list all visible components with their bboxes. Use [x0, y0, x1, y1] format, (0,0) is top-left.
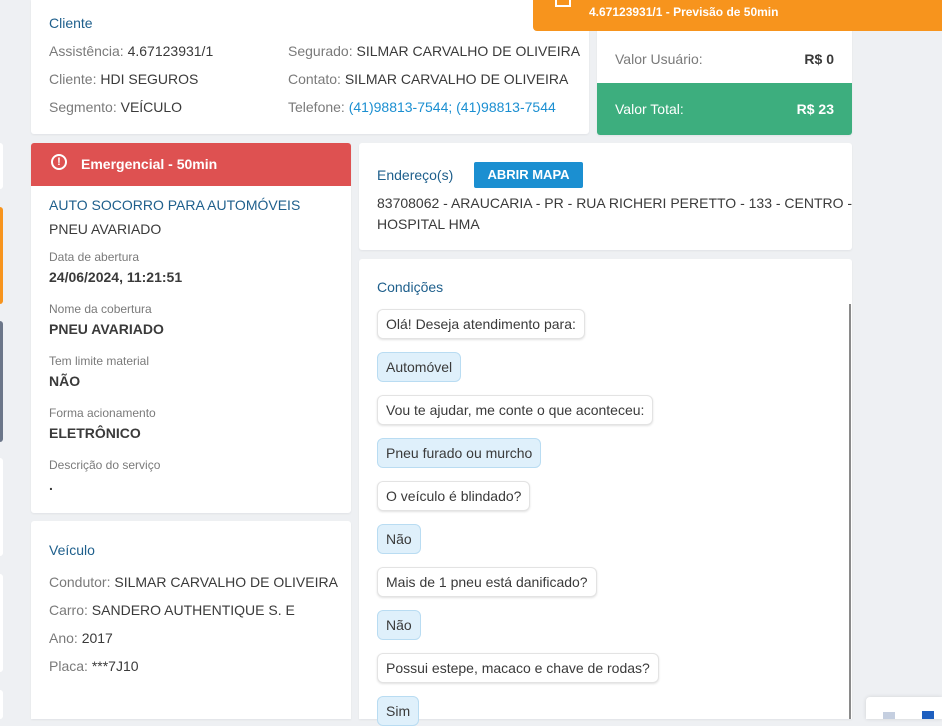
side-tab-1[interactable] — [0, 143, 3, 189]
side-tab-3[interactable] — [0, 574, 3, 672]
descricao-servico-label: Descrição do serviço — [49, 458, 161, 472]
abrir-mapa-button[interactable]: ABRIR MAPA — [474, 162, 583, 188]
endereco-line1: 83708062 - ARAUCARIA - PR - RUA RICHERI … — [377, 195, 853, 211]
widget-arrow-icon — [922, 711, 934, 719]
placa-row: Placa: ***7J10 — [49, 658, 139, 674]
chat-message-bot: Mais de 1 pneu está danificado? — [377, 567, 597, 597]
forma-acionamento-label: Forma acionamento — [49, 406, 156, 420]
contato-row: Contato: SILMAR CARVALHO DE OLIVEIRA — [288, 71, 569, 87]
forma-acionamento-value: ELETRÔNICO — [49, 425, 141, 441]
side-tab-gray[interactable] — [0, 321, 3, 442]
chat-message-bot: Possui estepe, macaco e chave de rodas? — [377, 653, 659, 683]
cliente-card: Cliente Assistência: 4.67123931/1 Client… — [31, 0, 589, 134]
telefone-link[interactable]: (41)98813-7544; (41)98813-7544 — [349, 99, 556, 115]
valor-usuario-label: Valor Usuário: — [615, 51, 703, 67]
emergencial-text: Emergencial - 50min — [81, 156, 218, 172]
servico-subtipo: PNEU AVARIADO — [49, 221, 162, 237]
emergencial-banner: ! Emergencial - 50min — [31, 143, 351, 186]
endereco-card: Endereço(s) ABRIR MAPA 83708062 - ARAUCA… — [359, 143, 852, 250]
condutor-row: Condutor: SILMAR CARVALHO DE OLIVEIRA — [49, 574, 338, 590]
notification-toast[interactable]: 4.67123931/1 - Previsão de 50min — [533, 0, 942, 31]
chat-message-bot: Olá! Deseja atendimento para: — [377, 309, 585, 339]
ano-row: Ano: 2017 — [49, 630, 113, 646]
side-tab-orange[interactable] — [0, 207, 3, 304]
data-abertura-value: 24/06/2024, 11:21:51 — [49, 269, 183, 285]
side-tab-2[interactable] — [0, 458, 3, 556]
valor-total-label: Valor Total: — [615, 101, 684, 117]
calendar-icon — [555, 0, 571, 7]
assistencia-row: Assistência: 4.67123931/1 — [49, 43, 214, 59]
chat-message-user: Pneu furado ou murcho — [377, 438, 542, 468]
info-icon: ! — [51, 154, 67, 170]
chat-message-user: Automóvel — [377, 352, 462, 382]
veiculo-card: Veículo Condutor: SILMAR CARVALHO DE OLI… — [31, 521, 351, 719]
floating-widget[interactable] — [866, 697, 942, 719]
valor-total-bar: Valor Total: R$ 23 — [597, 83, 852, 135]
notification-text: 4.67123931/1 - Previsão de 50min — [589, 5, 779, 19]
side-tab-4[interactable] — [0, 690, 3, 719]
carro-row: Carro: SANDERO AUTHENTIQUE S. E — [49, 602, 295, 618]
valor-total-value: R$ 23 — [796, 101, 834, 117]
descricao-servico-value: . — [49, 477, 53, 493]
endereco-title: Endereço(s) — [377, 167, 454, 183]
cliente-row: Cliente: HDI SEGUROS — [49, 71, 199, 87]
chat-message-bot: Vou te ajudar, me conte o que aconteceu: — [377, 395, 654, 425]
chat-message-user: Não — [377, 524, 421, 554]
telefone-row: Telefone: (41)98813-7544; (41)98813-7544 — [288, 99, 556, 115]
chat-message-user: Sim — [377, 696, 420, 726]
valor-usuario-value: R$ 0 — [804, 51, 834, 67]
condicoes-title: Condições — [377, 279, 444, 295]
widget-doc-icon — [883, 712, 895, 719]
chat-message-bot: O veículo é blindado? — [377, 481, 531, 511]
chat-message-user: Não — [377, 610, 421, 640]
valores-card: Valor Usuário: R$ 0 Valor Total: R$ 23 — [597, 20, 852, 135]
condicoes-scrollbar[interactable] — [849, 304, 851, 719]
cobertura-label: Nome da cobertura — [49, 302, 152, 316]
segurado-row: Segurado: SILMAR CARVALHO DE OLIVEIRA — [288, 43, 581, 59]
endereco-line2: HOSPITAL HMA — [377, 216, 480, 232]
limite-material-label: Tem limite material — [49, 354, 150, 368]
veiculo-title: Veículo — [49, 542, 95, 558]
limite-material-value: NÃO — [49, 373, 81, 389]
cliente-title: Cliente — [49, 15, 93, 31]
servico-tipo: AUTO SOCORRO PARA AUTOMÓVEIS — [49, 197, 301, 213]
cobertura-value: PNEU AVARIADO — [49, 321, 164, 337]
data-abertura-label: Data de abertura — [49, 250, 140, 264]
segmento-row: Segmento: VEÍCULO — [49, 99, 183, 115]
